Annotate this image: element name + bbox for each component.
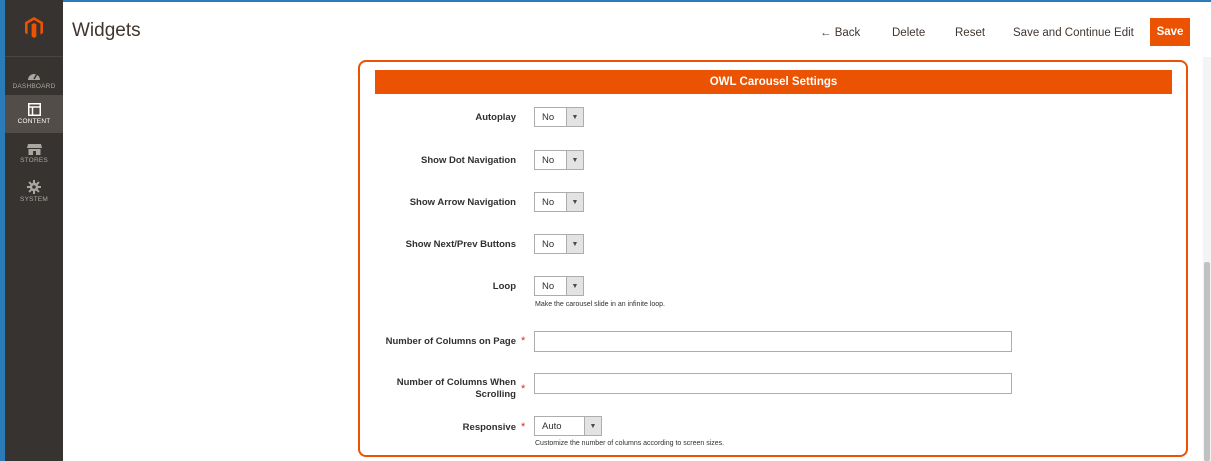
- back-button[interactable]: ← Back: [820, 19, 860, 47]
- loop-value: No: [542, 280, 555, 292]
- scrollbar-thumb[interactable]: [1204, 262, 1210, 461]
- section-title: OWL Carousel Settings: [375, 70, 1172, 94]
- chevron-down-icon: ▼: [566, 277, 583, 295]
- sidebar-item-label: DASHBOARD: [12, 83, 56, 90]
- reset-button[interactable]: Reset: [955, 19, 985, 47]
- loop-label: Loop: [492, 281, 516, 292]
- content-layout-icon: [27, 103, 41, 116]
- next-prev-buttons-select[interactable]: No ▼: [534, 234, 584, 254]
- sidebar-item-content[interactable]: CONTENT: [5, 95, 63, 133]
- required-asterisk: *: [521, 421, 526, 433]
- chevron-down-icon: ▼: [584, 417, 601, 435]
- dashboard-gauge-icon: [28, 73, 40, 80]
- arrow-navigation-label: Show Arrow Navigation: [409, 197, 516, 208]
- stores-shop-icon: [26, 143, 42, 155]
- chevron-down-icon: ▼: [566, 151, 583, 169]
- required-asterisk: *: [521, 383, 526, 395]
- chevron-down-icon: ▼: [566, 108, 583, 126]
- sidebar-item-system[interactable]: SYSTEM: [5, 172, 63, 210]
- sidebar-item-label: SYSTEM: [20, 195, 48, 203]
- autoplay-select[interactable]: No ▼: [534, 107, 584, 127]
- columns-on-page-input[interactable]: [534, 331, 1012, 352]
- chevron-down-icon: ▼: [566, 235, 583, 253]
- responsive-label: Responsive: [462, 422, 516, 433]
- autoplay-value: No: [542, 111, 555, 123]
- dot-navigation-value: No: [542, 154, 555, 166]
- autoplay-label: Autoplay: [475, 112, 516, 123]
- save-button[interactable]: Save: [1150, 18, 1190, 46]
- responsive-value: Auto: [542, 420, 562, 432]
- columns-on-page-label: Number of Columns on Page: [385, 336, 516, 347]
- columns-when-scrolling-input[interactable]: [534, 373, 1012, 394]
- required-asterisk: *: [521, 335, 526, 347]
- responsive-select[interactable]: Auto ▼: [534, 416, 602, 436]
- chevron-down-icon: ▼: [566, 193, 583, 211]
- next-prev-buttons-label: Show Next/Prev Buttons: [405, 239, 516, 250]
- system-gear-icon: [27, 179, 41, 194]
- sidebar-item-stores[interactable]: STORES: [5, 134, 63, 172]
- arrow-navigation-value: No: [542, 196, 555, 208]
- sidebar-item-dashboard[interactable]: DASHBOARD: [5, 61, 63, 99]
- admin-sidebar: DASHBOARD CONTENT STORES SYSTEM: [5, 0, 63, 461]
- save-and-continue-button[interactable]: Save and Continue Edit: [1013, 19, 1134, 47]
- logo[interactable]: [5, 0, 63, 57]
- columns-when-scrolling-label: Number of Columns When Scrolling: [396, 377, 516, 400]
- page-title: Widgets: [72, 20, 141, 41]
- dot-navigation-label: Show Dot Navigation: [421, 155, 516, 166]
- next-prev-buttons-value: No: [542, 238, 555, 250]
- arrow-navigation-select[interactable]: No ▼: [534, 192, 584, 212]
- dot-navigation-select[interactable]: No ▼: [534, 150, 584, 170]
- loop-select[interactable]: No ▼: [534, 276, 584, 296]
- page-header: Widgets ← Back Delete Reset Save and Con…: [63, 2, 1211, 57]
- sidebar-item-label: CONTENT: [17, 118, 51, 125]
- responsive-note: Customize the number of columns accordin…: [535, 440, 725, 447]
- magento-logo-icon: [25, 17, 43, 38]
- sidebar-item-label: STORES: [20, 156, 48, 164]
- loop-note: Make the carousel slide in an infinite l…: [535, 301, 665, 308]
- delete-button[interactable]: Delete: [892, 19, 925, 47]
